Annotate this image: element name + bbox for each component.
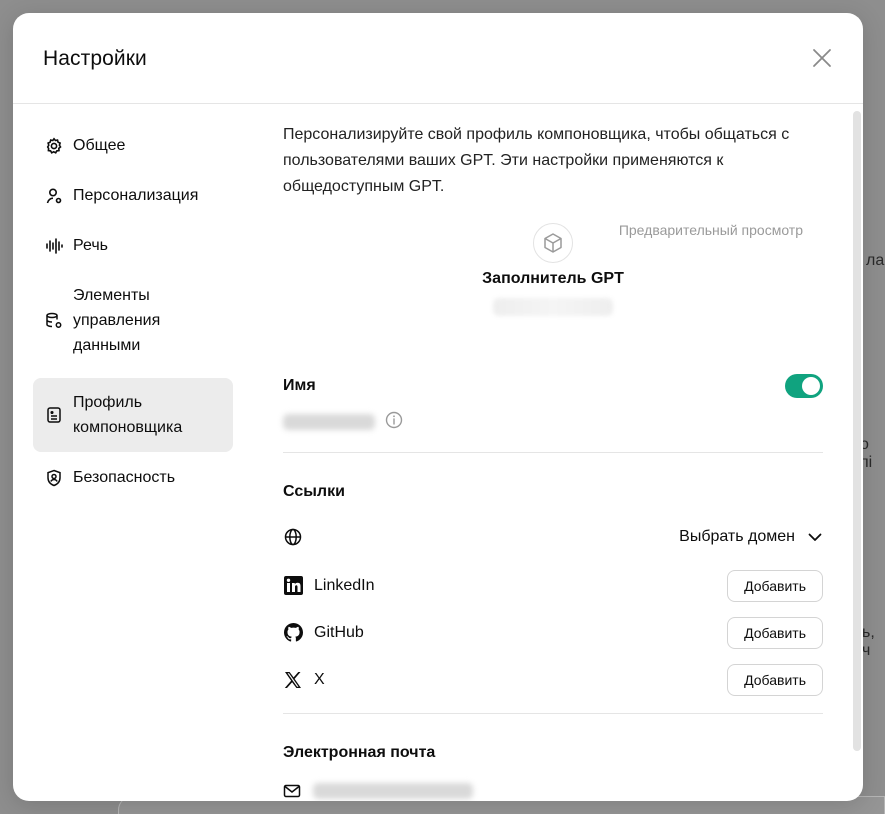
gpt-name: Заполнитель GPT <box>482 270 624 287</box>
gear-icon <box>45 133 63 158</box>
shield-icon <box>45 465 63 490</box>
domain-select[interactable]: Выбрать домен <box>679 528 823 546</box>
domain-select-label: Выбрать домен <box>679 527 795 545</box>
link-label: GitHub <box>314 623 364 641</box>
sidebar-item-label: Элементы управления данными <box>73 287 161 354</box>
x-icon <box>283 670 303 690</box>
builder-profile-panel: Персонализируйте свой профиль компоновщи… <box>283 104 823 801</box>
person-icon <box>45 183 63 208</box>
scrollbar[interactable] <box>853 111 861 751</box>
divider <box>283 713 823 714</box>
background-text: о пі <box>860 436 873 471</box>
link-row-x: X Добавить <box>283 656 823 703</box>
sidebar-item-speech[interactable]: Речь <box>33 221 233 270</box>
close-icon <box>813 49 831 67</box>
name-title: Имя <box>283 377 316 394</box>
modal-header: Настройки <box>13 13 863 104</box>
sidebar-item-label: Профиль компоновщика <box>73 394 183 436</box>
background-text: ь, ч <box>862 624 875 659</box>
sidebar-item-security[interactable]: Безопасность <box>33 453 233 502</box>
intro-text: Персонализируйте свой профиль компоновщи… <box>283 126 790 195</box>
sidebar-item-builder-profile[interactable]: Профиль компоновщика <box>33 378 233 452</box>
database-gear-icon <box>45 308 63 333</box>
globe-icon <box>283 527 303 547</box>
links-title: Ссылки <box>283 483 345 500</box>
sidebar-item-label: Безопасность <box>73 469 176 486</box>
name-row: Имя <box>283 374 823 404</box>
link-label: LinkedIn <box>314 576 375 594</box>
domain-row: Выбрать домен <box>283 513 823 560</box>
settings-sidebar: Общее Персонализация Речь Элементы управ… <box>33 121 233 502</box>
name-value-row <box>283 404 823 440</box>
chevron-down-icon <box>808 533 822 541</box>
mail-icon <box>283 784 301 798</box>
modal-title: Настройки <box>43 47 147 70</box>
divider <box>283 452 823 453</box>
gpt-preview: Предварительный просмотр Заполнитель GPT <box>283 200 823 350</box>
cube-icon <box>544 233 562 253</box>
github-icon <box>283 623 303 643</box>
email-row <box>283 780 823 801</box>
name-visibility-toggle[interactable] <box>785 374 823 398</box>
linkedin-icon <box>283 576 303 596</box>
link-row-github: GitHub Добавить <box>283 609 823 656</box>
sidebar-item-label: Персонализация <box>73 187 199 204</box>
id-card-icon <box>45 403 63 428</box>
add-github-button[interactable]: Добавить <box>727 616 823 649</box>
email-title: Электронная почта <box>283 744 436 761</box>
waveform-icon <box>45 233 63 258</box>
settings-modal: Настройки Общее Персонализация Речь Элем… <box>13 13 863 801</box>
email-value-blurred <box>313 783 473 799</box>
preview-label: Предварительный просмотр <box>618 222 803 238</box>
background-text: ла <box>866 252 885 269</box>
sidebar-item-data-controls[interactable]: Элементы управления данными <box>33 271 233 370</box>
sidebar-item-personalization[interactable]: Персонализация <box>33 171 233 220</box>
link-row-linkedin: LinkedIn Добавить <box>283 562 823 609</box>
gpt-author-blurred <box>493 298 613 316</box>
link-label: X <box>314 670 325 688</box>
name-value-blurred <box>283 414 375 430</box>
gpt-avatar <box>533 223 573 263</box>
sidebar-item-label: Речь <box>73 237 109 254</box>
close-button[interactable] <box>811 47 833 69</box>
info-icon[interactable] <box>385 411 403 434</box>
add-x-button[interactable]: Добавить <box>727 663 823 696</box>
sidebar-item-general[interactable]: Общее <box>33 121 233 170</box>
add-linkedin-button[interactable]: Добавить <box>727 569 823 602</box>
sidebar-item-label: Общее <box>73 137 126 154</box>
